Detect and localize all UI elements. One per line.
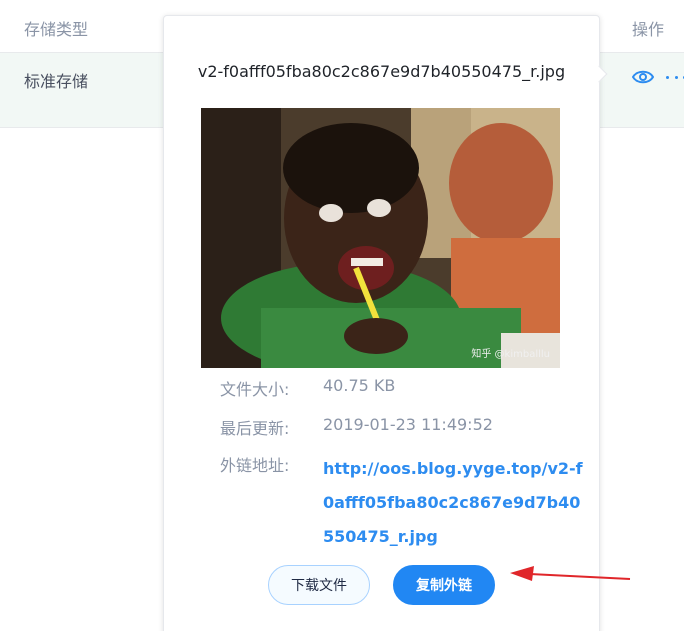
storage-type-cell: 标准存储 xyxy=(24,72,89,91)
column-header-actions: 操作 xyxy=(632,20,665,39)
image-preview: 知乎 @kimballlu xyxy=(201,108,560,368)
external-link[interactable]: http://oos.blog.yyge.top/v2-f0afff05fba8… xyxy=(323,452,585,554)
size-value: 40.75 KB xyxy=(323,376,396,395)
annotation-arrow xyxy=(510,566,631,581)
storage-page: 存储类型 操作 标准存储 v2-f0afff05fba80c2c867e9d7b… xyxy=(0,0,684,631)
row-actions xyxy=(632,69,684,85)
file-name: v2-f0afff05fba80c2c867e9d7b40550475_r.jp… xyxy=(197,62,566,81)
column-header-storage-type: 存储类型 xyxy=(24,20,89,39)
preview-photo xyxy=(201,108,560,368)
link-label: 外链地址: xyxy=(220,456,290,475)
image-watermark: 知乎 @kimballlu xyxy=(471,349,550,360)
eye-icon[interactable] xyxy=(632,69,654,85)
copy-link-button[interactable]: 复制外链 xyxy=(393,565,495,605)
size-label: 文件大小: xyxy=(220,380,290,399)
download-file-button[interactable]: 下载文件 xyxy=(268,565,370,605)
more-icon[interactable] xyxy=(666,73,684,81)
updated-value: 2019-01-23 11:49:52 xyxy=(323,415,493,434)
updated-label: 最后更新: xyxy=(220,419,290,438)
